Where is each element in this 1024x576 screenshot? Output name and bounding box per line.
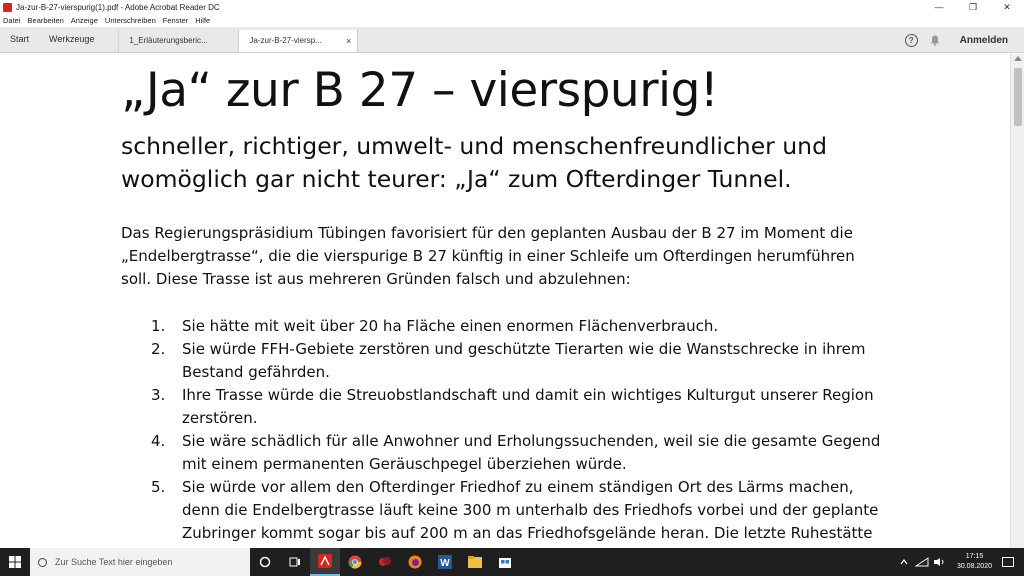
tab-document-2[interactable]: Ja-zur-B-27-viersp... × <box>238 30 359 52</box>
menu-item-sign[interactable]: Unterschreiben <box>105 16 156 25</box>
vertical-scrollbar[interactable] <box>1010 54 1024 548</box>
list-item-number: 5. <box>151 478 166 496</box>
network-icon[interactable] <box>914 557 929 567</box>
minimize-button[interactable]: — <box>922 0 956 14</box>
reasons-list: 1. Sie hätte mit weit über 20 ha Fläche … <box>121 315 881 548</box>
store-icon[interactable] <box>490 548 520 576</box>
windows-taskbar: Zur Suche Text hier eingeben W 17:15 30.… <box>0 548 1024 576</box>
list-item: 1. Sie hätte mit weit über 20 ha Fläche … <box>121 315 881 338</box>
menu-bar: Datei Bearbeiten Anzeige Unterschreiben … <box>0 14 1024 27</box>
acrobat-taskbar-icon[interactable] <box>310 548 340 576</box>
close-tab-icon[interactable]: × <box>346 30 351 52</box>
tab-document-1-label: 1_Erläuterungsberic... <box>129 36 208 45</box>
clock-time: 17:15 <box>965 553 984 560</box>
window-title: Ja-zur-B-27-vierspurig(1).pdf - Adobe Ac… <box>16 2 220 12</box>
cortana-icon[interactable] <box>250 548 280 576</box>
list-item-number: 3. <box>151 386 166 404</box>
close-window-button[interactable]: ✕ <box>990 0 1024 14</box>
menu-item-window[interactable]: Fenster <box>163 16 188 25</box>
tab-document-2-label: Ja-zur-B-27-viersp... <box>249 36 322 45</box>
scroll-thumb[interactable] <box>1014 68 1022 126</box>
tab-document-1[interactable]: 1_Erläuterungsberic... <box>118 30 238 52</box>
system-tray: 17:15 30.08.2020 <box>899 548 1024 576</box>
list-item-text: Sie hätte mit weit über 20 ha Fläche ein… <box>182 317 719 335</box>
tray-chevron-icon[interactable] <box>899 557 909 567</box>
chrome-icon[interactable] <box>340 548 370 576</box>
signin-button[interactable]: Anmelden <box>960 35 1008 46</box>
search-icon <box>38 557 47 567</box>
scroll-up-icon[interactable] <box>1014 56 1022 61</box>
maximize-button[interactable]: ❐ <box>956 0 990 14</box>
list-item-text: Sie würde vor allem den Ofterdinger Frie… <box>182 478 879 548</box>
window-controls: — ❐ ✕ <box>922 0 1024 14</box>
clock-date: 30.08.2020 <box>956 563 992 570</box>
list-item-number: 4. <box>151 432 166 450</box>
list-item-text: Sie wäre schädlich für alle Anwohner und… <box>182 432 881 473</box>
svg-text:W: W <box>440 558 450 569</box>
menu-item-help[interactable]: Hilfe <box>195 16 210 25</box>
list-item: 3. Ihre Trasse würde die Streuobstlandsc… <box>121 384 881 430</box>
tab-bar-right: ? Anmelden <box>904 27 1024 53</box>
taskbar-clock[interactable]: 17:15 30.08.2020 <box>957 552 992 572</box>
intro-paragraph: Das Regierungspräsidium Tübingen favoris… <box>121 224 855 288</box>
task-view-icon[interactable] <box>280 548 310 576</box>
windows-start-icon[interactable] <box>0 548 30 576</box>
document-title: „Ja“ zur B 27 – vierspurig! <box>121 63 719 118</box>
menu-item-file[interactable]: Datei <box>3 16 21 25</box>
menu-item-view[interactable]: Anzeige <box>71 16 98 25</box>
list-item-number: 2. <box>151 340 166 358</box>
acrobat-app-icon <box>3 2 12 12</box>
volume-icon[interactable] <box>933 557 947 567</box>
list-item-text: Sie würde FFH-Gebiete zerstören und gesc… <box>182 340 866 381</box>
tab-tools[interactable]: Werkzeuge <box>39 26 104 52</box>
notification-icon[interactable] <box>1002 557 1014 567</box>
tab-start[interactable]: Start <box>0 26 39 52</box>
bell-icon[interactable] <box>930 35 940 46</box>
document-viewport[interactable]: „Ja“ zur B 27 – vierspurig! schneller, r… <box>0 54 1010 548</box>
tab-bar: Start Werkzeuge 1_Erläuterungsberic... J… <box>0 27 1024 53</box>
firefox-icon[interactable] <box>400 548 430 576</box>
list-item-number: 1. <box>151 317 166 335</box>
window-titlebar: Ja-zur-B-27-vierspurig(1).pdf - Adobe Ac… <box>0 0 1024 14</box>
menu-item-edit[interactable]: Bearbeiten <box>28 16 64 25</box>
taskbar-search[interactable]: Zur Suche Text hier eingeben <box>30 548 250 576</box>
file-explorer-icon[interactable] <box>460 548 490 576</box>
word-icon[interactable]: W <box>430 548 460 576</box>
list-item-text: Ihre Trasse würde die Streuobstlandschaf… <box>182 386 874 427</box>
list-item: 2. Sie würde FFH-Gebiete zerstören und g… <box>121 338 881 384</box>
document-subtitle: schneller, richtiger, umwelt- und mensch… <box>121 132 827 193</box>
list-item: 5. Sie würde vor allem den Ofterdinger F… <box>121 476 881 548</box>
app-icon-red[interactable] <box>370 548 400 576</box>
help-icon[interactable]: ? <box>904 33 918 47</box>
list-item: 4. Sie wäre schädlich für alle Anwohner … <box>121 430 881 476</box>
search-placeholder: Zur Suche Text hier eingeben <box>55 557 173 567</box>
